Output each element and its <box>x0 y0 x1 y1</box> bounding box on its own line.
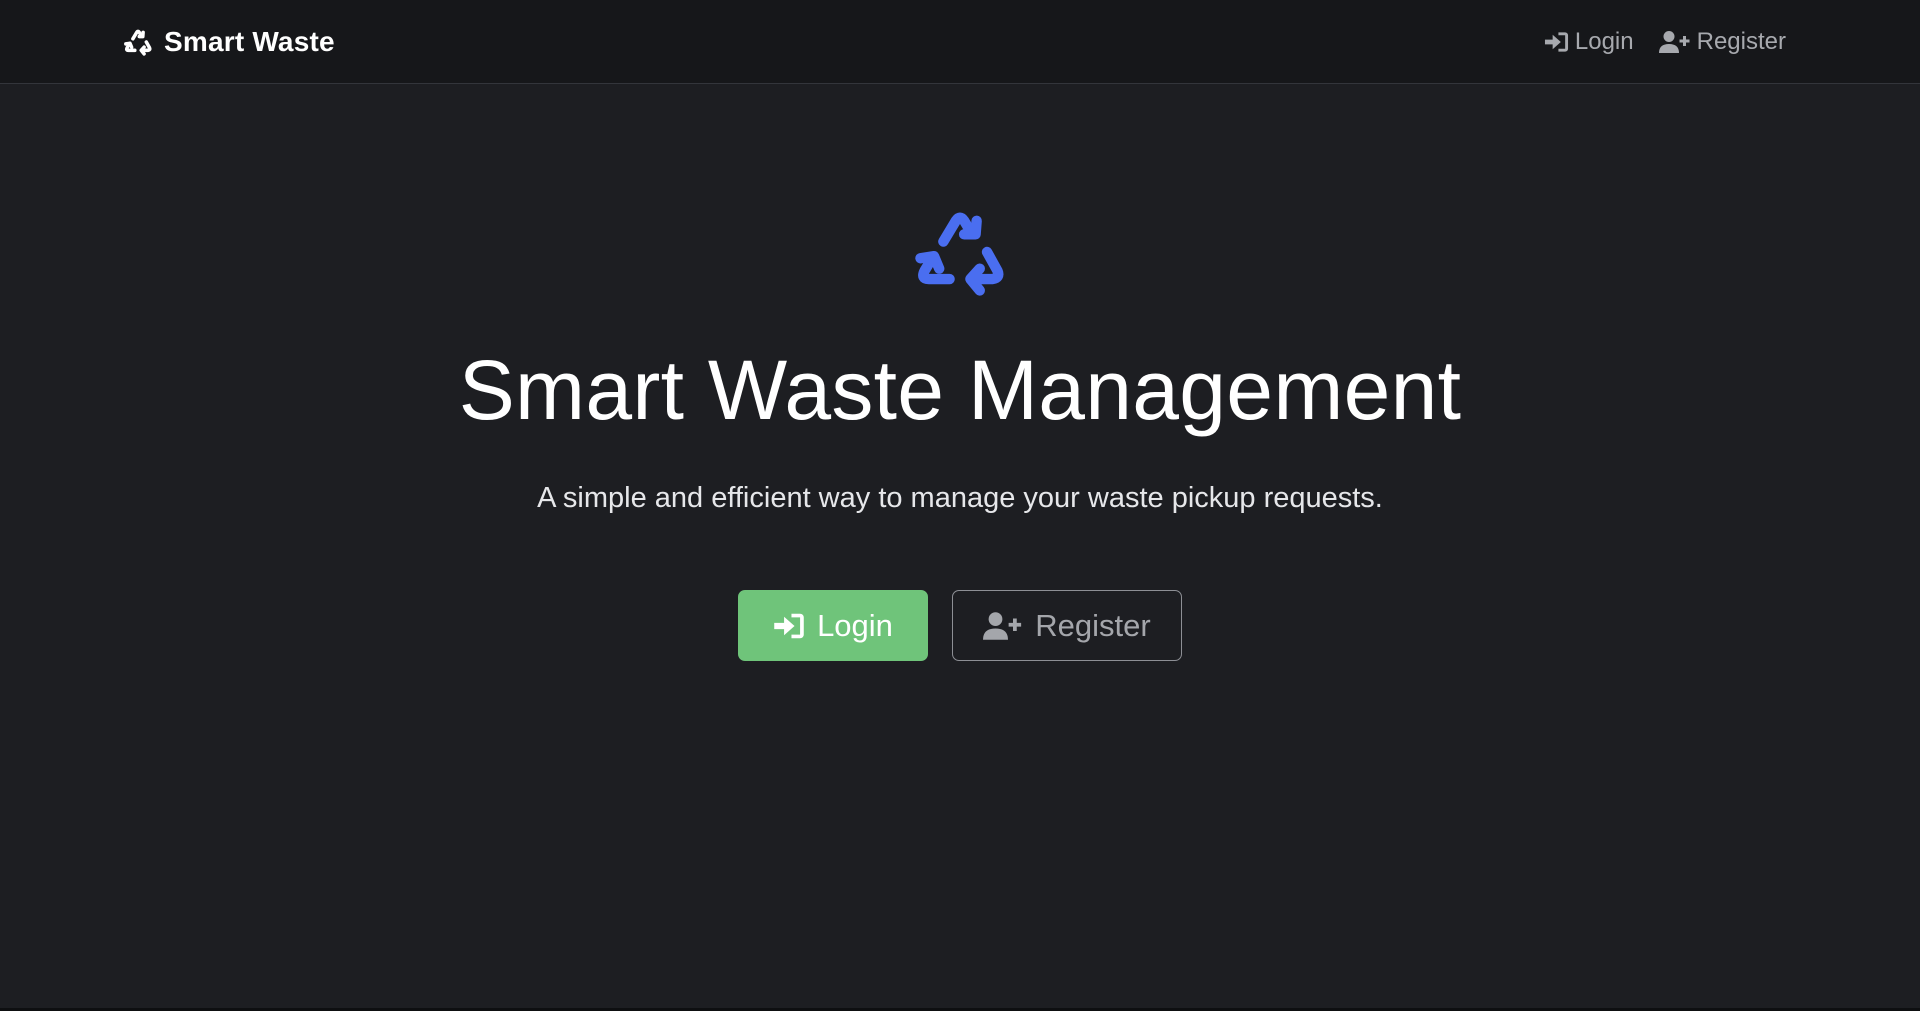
sign-in-icon <box>773 611 805 641</box>
nav-register-link[interactable]: Register <box>1658 28 1786 56</box>
brand-name: Smart Waste <box>164 26 335 57</box>
login-button[interactable]: Login <box>738 590 928 661</box>
recycle-icon <box>122 26 154 58</box>
user-plus-icon <box>1658 30 1691 54</box>
login-button-label: Login <box>817 607 893 643</box>
nav-register-label: Register <box>1696 28 1786 55</box>
nav-login-label: Login <box>1574 28 1634 55</box>
nav-links: Login Register <box>1544 24 1786 60</box>
register-button[interactable]: Register <box>952 590 1182 661</box>
recycle-icon <box>908 200 1012 304</box>
page-title: Smart Waste Management <box>458 343 1462 437</box>
brand-link[interactable]: Smart Waste <box>122 24 335 60</box>
page-subtitle: A simple and efficient way to manage you… <box>537 482 1383 514</box>
sign-in-icon <box>1544 30 1569 54</box>
nav-login-link[interactable]: Login <box>1544 28 1634 56</box>
user-plus-icon <box>983 611 1023 641</box>
register-button-label: Register <box>1035 607 1151 643</box>
top-navbar: Smart Waste Login Register <box>0 0 1920 84</box>
